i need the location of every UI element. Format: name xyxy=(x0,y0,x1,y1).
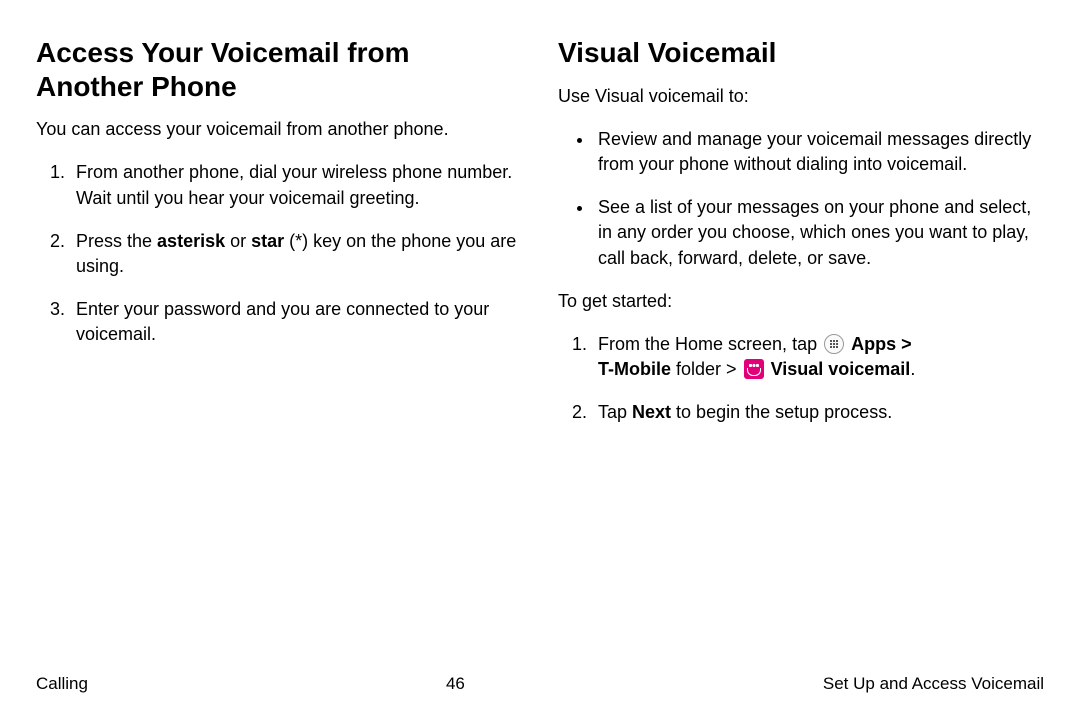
text: Tap xyxy=(598,402,632,422)
apps-icon xyxy=(824,334,844,354)
text: . xyxy=(910,359,915,379)
steps-left: From another phone, dial your wireless p… xyxy=(36,160,522,347)
chevron-text: > xyxy=(896,334,912,354)
text: Press the xyxy=(76,231,157,251)
text: folder > xyxy=(671,359,742,379)
bold-text: asterisk xyxy=(157,231,225,251)
step-item: Enter your password and you are connecte… xyxy=(70,297,522,347)
bullet-item: Review and manage your voicemail message… xyxy=(594,127,1044,177)
footer-left: Calling xyxy=(36,674,88,694)
started-label: To get started: xyxy=(558,289,1044,314)
step-item: Press the asterisk or star (*) key on th… xyxy=(70,229,522,279)
text: to begin the setup process. xyxy=(671,402,892,422)
heading-visual-voicemail: Visual Voicemail xyxy=(558,36,1044,70)
intro-left: You can access your voicemail from anoth… xyxy=(36,117,522,142)
text: From the Home screen, tap xyxy=(598,334,822,354)
right-column: Visual Voicemail Use Visual voicemail to… xyxy=(558,36,1044,443)
bullet-item: See a list of your messages on your phon… xyxy=(594,195,1044,271)
bold-text: T-Mobile xyxy=(598,359,671,379)
visual-voicemail-icon xyxy=(744,359,764,379)
bullets-right: Review and manage your voicemail message… xyxy=(558,127,1044,271)
footer-right: Set Up and Access Voicemail xyxy=(823,674,1044,694)
step-item: From another phone, dial your wireless p… xyxy=(70,160,522,210)
left-column: Access Your Voicemail from Another Phone… xyxy=(36,36,522,443)
text: or xyxy=(225,231,251,251)
step-item: From the Home screen, tap Apps > T-Mobil… xyxy=(592,332,1044,382)
page-footer: Calling 46 Set Up and Access Voicemail xyxy=(36,674,1044,694)
bold-text: star xyxy=(251,231,284,251)
bold-text: Visual voicemail xyxy=(771,359,911,379)
bold-text: Next xyxy=(632,402,671,422)
intro-right: Use Visual voicemail to: xyxy=(558,84,1044,109)
steps-right: From the Home screen, tap Apps > T-Mobil… xyxy=(558,332,1044,426)
page-number: 46 xyxy=(446,674,465,694)
step-item: Tap Next to begin the setup process. xyxy=(592,400,1044,425)
heading-access-voicemail: Access Your Voicemail from Another Phone xyxy=(36,36,522,103)
bold-text: Apps xyxy=(851,334,896,354)
